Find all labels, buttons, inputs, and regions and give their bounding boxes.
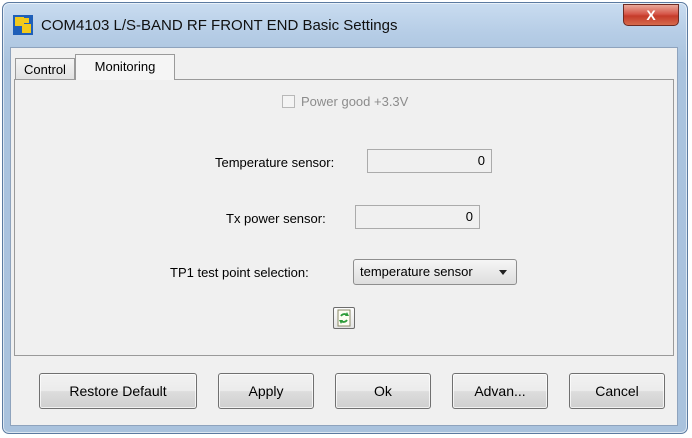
client-area: Control Monitoring Power good +3.3V Temp… [10,47,678,426]
tp1-selected-value: temperature sensor [360,264,473,279]
tx-power-sensor-field[interactable]: 0 [355,205,480,229]
refresh-button[interactable] [333,307,355,329]
app-icon [13,15,33,35]
temperature-sensor-field[interactable]: 0 [367,149,492,173]
temperature-sensor-label: Temperature sensor: [215,155,335,170]
power-good-label: Power good +3.3V [301,93,409,109]
power-good-row: Power good +3.3V [282,92,408,110]
chevron-down-icon [499,270,507,275]
tp1-selection-label: TP1 test point selection: [170,265,309,280]
cancel-button[interactable]: Cancel [569,373,665,409]
tx-power-sensor-label: Tx power sensor: [226,211,326,226]
apply-button[interactable]: Apply [218,373,314,409]
window-title: COM4103 L/S-BAND RF FRONT END Basic Sett… [41,17,398,34]
title-bar[interactable]: COM4103 L/S-BAND RF FRONT END Basic Sett… [3,3,687,47]
tab-monitoring[interactable]: Monitoring [75,54,175,80]
power-good-checkbox[interactable] [282,94,295,108]
ok-button[interactable]: Ok [335,373,431,409]
restore-default-button[interactable]: Restore Default [39,373,197,409]
close-button[interactable]: X [623,4,679,26]
dialog-window: COM4103 L/S-BAND RF FRONT END Basic Sett… [2,2,688,434]
refresh-icon [337,309,351,327]
tp1-selection-dropdown[interactable]: temperature sensor [353,259,517,285]
advanced-button[interactable]: Advan... [452,373,548,409]
monitoring-panel: Power good +3.3V Temperature sensor: 0 T… [14,79,674,356]
tab-control[interactable]: Control [15,58,75,80]
tab-bar: Control Monitoring [11,48,677,80]
